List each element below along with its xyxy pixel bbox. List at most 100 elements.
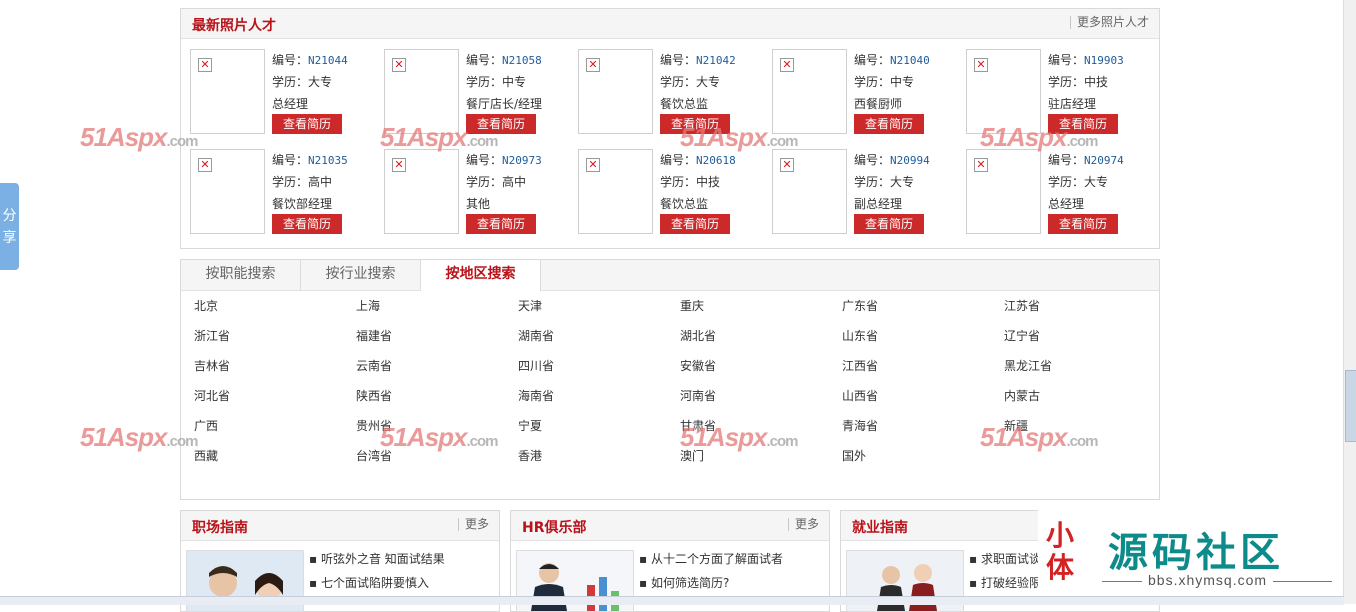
region-link[interactable]: 辽宁省	[1004, 327, 1040, 344]
region-link[interactable]: 上海	[356, 297, 380, 314]
region-link[interactable]: 江西省	[842, 357, 878, 374]
region-link[interactable]: 山西省	[842, 387, 878, 404]
search-tab-bar: 按职能搜索 按行业搜索 按地区搜索	[181, 260, 1159, 291]
talent-photo[interactable]: ✕	[384, 149, 459, 234]
talent-photo[interactable]: ✕	[190, 149, 265, 234]
region-link[interactable]: 河北省	[194, 387, 230, 404]
region-link[interactable]: 海南省	[518, 387, 554, 404]
region-link[interactable]: 青海省	[842, 417, 878, 434]
talent-edu-label: 学历：	[854, 75, 891, 89]
region-link[interactable]: 重庆	[680, 297, 704, 314]
region-link[interactable]: 云南省	[356, 357, 392, 374]
career-guide-item-2-text[interactable]: 七个面试陷阱要慎入	[321, 576, 429, 590]
talent-photo[interactable]: ✕	[578, 149, 653, 234]
tab-by-region[interactable]: 按地区搜索	[421, 260, 541, 291]
talent-card: ✕ 编号：N20974 学历：大专 总经理 查看简历	[966, 149, 1146, 239]
tab-by-function[interactable]: 按职能搜索	[181, 260, 301, 290]
talent-code-label: 编号：	[466, 53, 503, 67]
region-link[interactable]: 内蒙古	[1004, 387, 1040, 404]
region-link[interactable]: 江苏省	[1004, 297, 1040, 314]
view-resume-button[interactable]: 查看简历	[272, 114, 342, 134]
region-link[interactable]: 国外	[842, 447, 866, 464]
talent-photo[interactable]: ✕	[966, 149, 1041, 234]
talent-code[interactable]: N20974	[1084, 154, 1124, 167]
region-link[interactable]: 湖南省	[518, 327, 554, 344]
hr-club-item-2[interactable]: ▪ 如何筛选简历?	[639, 574, 729, 591]
talent-position: 餐饮总监	[660, 97, 709, 111]
watermark-brand: 51Aspx	[980, 422, 1067, 452]
talent-code-label: 编号：	[660, 153, 697, 167]
talent-code-line: 编号：N20974	[1048, 151, 1124, 168]
talent-code[interactable]: N20973	[502, 154, 542, 167]
view-resume-button[interactable]: 查看简历	[660, 214, 730, 234]
view-resume-button[interactable]: 查看简历	[272, 214, 342, 234]
talent-code[interactable]: N21058	[502, 54, 542, 67]
hr-club-item-1[interactable]: ▪ 从十二个方面了解面试者	[639, 550, 783, 567]
talent-code-label: 编号：	[660, 53, 697, 67]
region-link[interactable]: 黑龙江省	[1004, 357, 1052, 374]
region-link[interactable]: 香港	[518, 447, 542, 464]
broken-image-icon: ✕	[392, 158, 406, 172]
region-link[interactable]: 天津	[518, 297, 542, 314]
region-link[interactable]: 陕西省	[356, 387, 392, 404]
watermark-suffix: .com	[466, 133, 499, 150]
region-link[interactable]: 宁夏	[518, 417, 542, 434]
talent-photo[interactable]: ✕	[190, 49, 265, 134]
career-guide-header: 职场指南 更多	[181, 511, 499, 541]
tab-by-industry[interactable]: 按行业搜索	[301, 260, 421, 290]
talent-position: 总经理	[272, 97, 309, 111]
talent-code[interactable]: N21042	[696, 54, 736, 67]
region-link[interactable]: 福建省	[356, 327, 392, 344]
broken-image-icon: ✕	[198, 158, 212, 172]
region-link[interactable]: 山东省	[842, 327, 878, 344]
scrollbar-thumb[interactable]	[1345, 370, 1356, 442]
region-link[interactable]: 北京	[194, 297, 218, 314]
more-photo-talent-link[interactable]: 更多照片人才	[1069, 16, 1149, 29]
talent-code-label: 编号：	[1048, 153, 1085, 167]
employment-guide-item-1-text[interactable]: 求职面试谈	[981, 552, 1041, 566]
talent-code[interactable]: N21040	[890, 54, 930, 67]
region-link[interactable]: 湖北省	[680, 327, 716, 344]
talent-photo[interactable]: ✕	[772, 149, 847, 234]
talent-edu-label: 学历：	[466, 175, 503, 189]
watermark: 51Aspx.com	[380, 122, 499, 153]
region-link[interactable]: 广东省	[842, 297, 878, 314]
talent-code[interactable]: N19903	[1084, 54, 1124, 67]
career-guide-item-1[interactable]: ▪ 听弦外之音 知面试结果	[309, 550, 445, 567]
view-resume-button[interactable]: 查看简历	[854, 214, 924, 234]
talent-edu-label: 学历：	[660, 175, 697, 189]
talent-edu: 大专	[890, 175, 915, 189]
talent-code[interactable]: N20618	[696, 154, 736, 167]
hr-club-more-link[interactable]: 更多	[787, 518, 819, 531]
career-guide-item-2[interactable]: ▪ 七个面试陷阱要慎入	[309, 574, 429, 591]
employment-guide-item-2[interactable]: ▪ 打破经验限	[969, 574, 1041, 591]
vertical-scrollbar[interactable]	[1343, 0, 1356, 604]
region-link[interactable]: 广西	[194, 417, 218, 434]
talent-code[interactable]: N21044	[308, 54, 348, 67]
career-guide-item-1-text[interactable]: 听弦外之音 知面试结果	[321, 552, 445, 566]
talent-edu: 大专	[696, 75, 721, 89]
talent-code[interactable]: N21035	[308, 154, 348, 167]
employment-guide-item-2-text[interactable]: 打破经验限	[981, 576, 1041, 590]
view-resume-button[interactable]: 查看简历	[854, 114, 924, 134]
view-resume-button[interactable]: 查看简历	[1048, 214, 1118, 234]
region-link[interactable]: 吉林省	[194, 357, 230, 374]
talent-edu: 中专	[890, 75, 915, 89]
employment-guide-item-1[interactable]: ▪ 求职面试谈	[969, 550, 1041, 567]
share-tab[interactable]: 分享	[0, 183, 19, 270]
career-guide-title: 职场指南	[192, 520, 248, 536]
view-resume-button[interactable]: 查看简历	[466, 214, 536, 234]
career-guide-more-link[interactable]: 更多	[457, 518, 489, 531]
hr-club-item-2-text[interactable]: 如何筛选简历?	[651, 576, 729, 590]
watermark-brand: 51Aspx	[80, 122, 167, 152]
region-link[interactable]: 河南省	[680, 387, 716, 404]
talent-edu-label: 学历：	[660, 75, 697, 89]
watermark: 51Aspx.com	[680, 122, 799, 153]
hr-club-item-1-text[interactable]: 从十二个方面了解面试者	[651, 552, 783, 566]
talent-edu: 高中	[308, 175, 333, 189]
talent-code[interactable]: N20994	[890, 154, 930, 167]
talent-photo[interactable]: ✕	[578, 49, 653, 134]
region-link[interactable]: 安徽省	[680, 357, 716, 374]
region-link[interactable]: 四川省	[518, 357, 554, 374]
region-link[interactable]: 浙江省	[194, 327, 230, 344]
